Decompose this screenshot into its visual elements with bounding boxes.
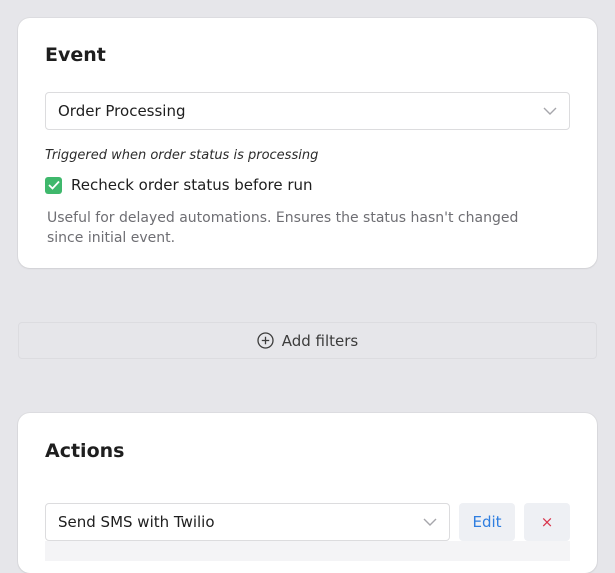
event-select-value: Order Processing <box>58 102 186 120</box>
chevron-down-icon <box>423 518 437 526</box>
recheck-label: Recheck order status before run <box>71 176 313 194</box>
recheck-checkbox[interactable] <box>45 176 62 194</box>
delete-action-button[interactable]: × <box>524 503 570 541</box>
check-icon <box>47 180 60 190</box>
plus-circle-icon <box>257 332 274 349</box>
event-card: Event Order Processing Triggered when or… <box>18 18 597 268</box>
action-select-value: Send SMS with Twilio <box>58 513 215 531</box>
action-select[interactable]: Send SMS with Twilio <box>45 503 450 541</box>
add-filters-label: Add filters <box>281 331 359 350</box>
action-details-panel <box>45 541 570 561</box>
event-hint: Triggered when order status is processin… <box>45 148 319 163</box>
chevron-down-icon <box>543 107 557 115</box>
edit-action-button[interactable]: Edit <box>459 503 515 541</box>
actions-card: Actions Send SMS with Twilio Edit × <box>18 413 597 573</box>
actions-title: Actions <box>45 440 125 462</box>
recheck-option[interactable]: Recheck order status before run <box>45 176 313 194</box>
event-select[interactable]: Order Processing <box>45 92 570 130</box>
event-title: Event <box>45 44 106 66</box>
add-filters-button[interactable]: Add filters <box>18 322 597 359</box>
recheck-description: Useful for delayed automations. Ensures … <box>47 210 519 246</box>
